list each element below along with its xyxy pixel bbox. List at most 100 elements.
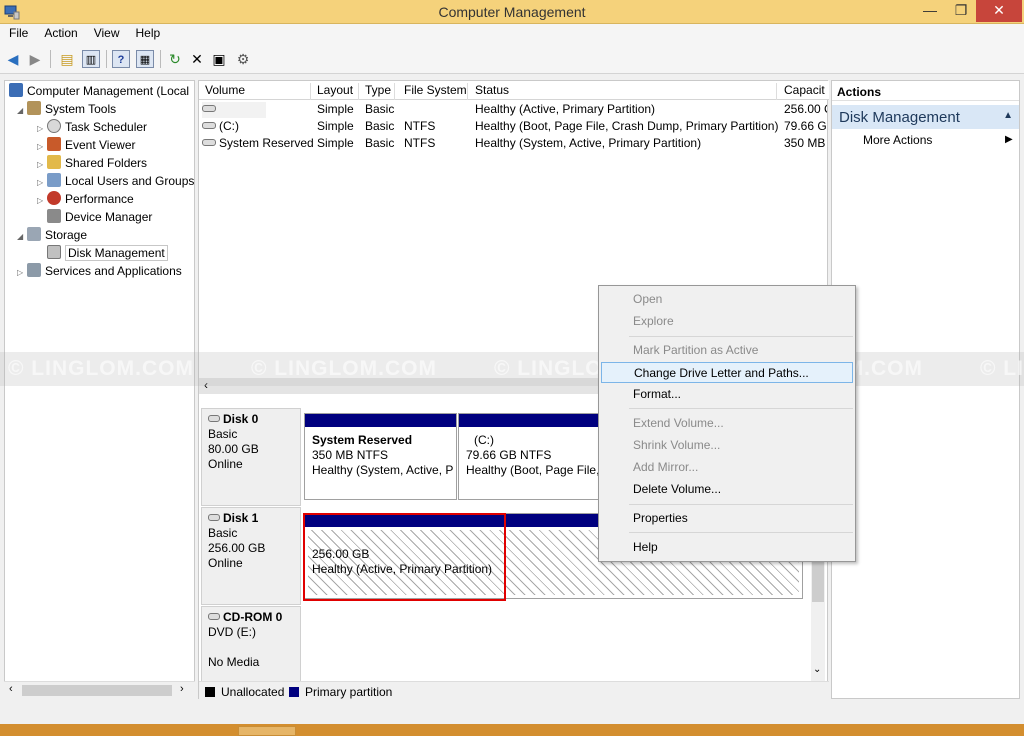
title-bar: Computer Management — ❐ ✕ — [0, 0, 1024, 24]
computer-icon — [9, 83, 23, 97]
window-title: Computer Management — [438, 4, 586, 20]
volume-icon — [202, 139, 216, 146]
column-layout[interactable]: Layout — [317, 83, 359, 100]
menu-item-shrink[interactable]: Shrink Volume... — [601, 435, 853, 456]
menu-action[interactable]: Action — [35, 24, 84, 40]
menu-item-help[interactable]: Help — [601, 537, 853, 558]
submenu-arrow-icon: ▶ — [1005, 134, 1013, 145]
tree-horizontal-scrollbar[interactable]: ‹ › — [4, 681, 195, 699]
column-volume[interactable]: Volume — [205, 83, 311, 100]
collapse-up-icon[interactable]: ▲ — [1003, 110, 1013, 121]
help-icon[interactable]: ? — [112, 50, 130, 68]
device-manager-icon — [47, 209, 61, 223]
menu-item-extend[interactable]: Extend Volume... — [601, 413, 853, 434]
volume-row[interactable]: System Reserved Simple Basic NTFS Health… — [199, 135, 827, 152]
event-log-icon — [47, 137, 61, 151]
tree-item-event-viewer[interactable]: ▷ Event Viewer — [37, 136, 135, 154]
taskbar — [0, 724, 1024, 736]
tree-item-services[interactable]: ▷ Services and Applications — [17, 262, 182, 280]
taskbar-app-button[interactable] — [238, 726, 296, 736]
menu-file[interactable]: File — [0, 24, 35, 40]
scroll-right-arrow-icon[interactable]: › — [180, 683, 184, 695]
graph-vertical-scrollbar[interactable]: ⌄ — [811, 562, 825, 681]
graph-scroll-thumb[interactable] — [812, 562, 824, 602]
volume-row[interactable]: (C:) Simple Basic NTFS Healthy (Boot, Pa… — [199, 118, 827, 135]
legend: Unallocated Primary partition — [199, 681, 829, 700]
minimize-button[interactable]: — — [915, 0, 945, 22]
disk-icon — [208, 514, 220, 521]
tree-item-disk-management[interactable]: Disk Management — [37, 244, 168, 262]
expand-arrow-icon[interactable]: ▷ — [17, 264, 27, 282]
action-pane-icon[interactable]: ▦ — [136, 50, 154, 68]
back-arrow-icon[interactable]: ◀ — [4, 50, 22, 68]
forward-arrow-icon[interactable]: ▶ — [26, 50, 44, 68]
tree-item-task-scheduler[interactable]: ▷ Task Scheduler — [37, 118, 147, 136]
highlight-box — [303, 513, 506, 601]
menu-item-change-drive-letter[interactable]: Change Drive Letter and Paths... — [601, 362, 853, 383]
menu-item-explore[interactable]: Explore — [601, 311, 853, 332]
tree-scroll-thumb[interactable] — [22, 685, 172, 696]
actions-pane: Actions Disk Management ▲ More Actions ▶ — [831, 80, 1020, 699]
services-icon — [27, 263, 41, 277]
menu-item-format[interactable]: Format... — [601, 384, 853, 405]
cdrom-row: CD-ROM 0 DVD (E:) No Media — [199, 606, 819, 682]
column-type[interactable]: Type — [365, 83, 395, 100]
collapse-arrow-icon[interactable]: ◢ — [17, 228, 27, 246]
show-hide-tree-icon[interactable]: ▥ — [82, 50, 100, 68]
column-status[interactable]: Status — [475, 83, 777, 100]
partition-system-reserved[interactable]: System Reserved 350 MB NTFS Healthy (Sys… — [304, 413, 457, 500]
volume-list-header: Volume Layout Type File System Status Ca… — [199, 81, 829, 100]
performance-icon — [47, 191, 61, 205]
menu-view[interactable]: View — [85, 24, 127, 40]
disk-icon — [208, 415, 220, 422]
volume-icon — [202, 122, 216, 129]
tree-item-system-tools[interactable]: ◢ System Tools — [17, 100, 116, 118]
tree-item-storage[interactable]: ◢ Storage — [17, 226, 87, 244]
menu-bar: File Action View Help — [0, 24, 1024, 44]
unallocated-swatch — [205, 687, 215, 697]
actions-section-disk-management[interactable]: Disk Management ▲ — [832, 105, 1019, 129]
tree-item-performance[interactable]: ▷ Performance — [37, 190, 134, 208]
actions-header: Actions — [832, 81, 1019, 101]
navigation-tree: Computer Management (Local ◢ System Tools… — [4, 80, 195, 699]
menu-item-add-mirror[interactable]: Add Mirror... — [601, 457, 853, 478]
tools-icon — [27, 101, 41, 115]
shared-folder-icon — [47, 155, 61, 169]
disk-0-info[interactable]: Disk 0 Basic 80.00 GB Online — [201, 408, 301, 506]
volume-row[interactable]: Simple Basic Healthy (Active, Primary Pa… — [199, 101, 827, 118]
tree-item-device-manager[interactable]: Device Manager — [37, 208, 152, 226]
tree-item-shared-folders[interactable]: ▷ Shared Folders — [37, 154, 147, 172]
column-file-system[interactable]: File System — [404, 83, 468, 100]
restore-button[interactable]: ❐ — [946, 0, 976, 22]
toolbar: ◀ ▶ ▤ ▥ ? ▦ ↻ ✕ ▣ ⚙ — [0, 44, 1024, 74]
menu-help[interactable]: Help — [127, 24, 168, 40]
delete-icon[interactable]: ✕ — [188, 50, 206, 68]
column-capacity[interactable]: Capacit — [784, 83, 827, 100]
cdrom-icon — [208, 613, 220, 620]
volume-icon — [202, 105, 216, 112]
scroll-left-arrow-icon[interactable]: ‹ — [9, 683, 13, 695]
tree-item-local-users[interactable]: ▷ Local Users and Groups — [37, 172, 194, 190]
tree-item-root[interactable]: Computer Management (Local — [9, 82, 189, 100]
clock-icon — [47, 119, 61, 133]
menu-item-mark-active[interactable]: Mark Partition as Active — [601, 340, 853, 361]
up-folder-icon[interactable]: ▤ — [58, 50, 76, 68]
scroll-down-arrow-icon[interactable]: ⌄ — [813, 664, 821, 675]
disk-1-info[interactable]: Disk 1 Basic 256.00 GB Online — [201, 507, 301, 605]
primary-swatch — [289, 687, 299, 697]
users-icon — [47, 173, 61, 187]
menu-item-properties[interactable]: Properties — [601, 508, 853, 529]
context-menu: Open Explore Mark Partition as Active Ch… — [598, 285, 856, 562]
menu-item-delete-volume[interactable]: Delete Volume... — [601, 479, 853, 500]
settings-icon[interactable]: ⚙ — [234, 50, 252, 68]
close-button[interactable]: ✕ — [976, 0, 1022, 22]
collapse-arrow-icon[interactable]: ◢ — [17, 102, 27, 120]
cdrom-info[interactable]: CD-ROM 0 DVD (E:) No Media — [201, 606, 301, 682]
properties-icon[interactable]: ▣ — [210, 50, 228, 68]
disk-management-icon — [47, 245, 61, 259]
refresh-icon[interactable]: ↻ — [166, 50, 184, 68]
storage-icon — [27, 227, 41, 241]
more-actions-item[interactable]: More Actions — [863, 133, 932, 147]
menu-item-open[interactable]: Open — [601, 289, 853, 310]
scroll-left-arrow-icon[interactable]: ‹ — [204, 378, 208, 392]
